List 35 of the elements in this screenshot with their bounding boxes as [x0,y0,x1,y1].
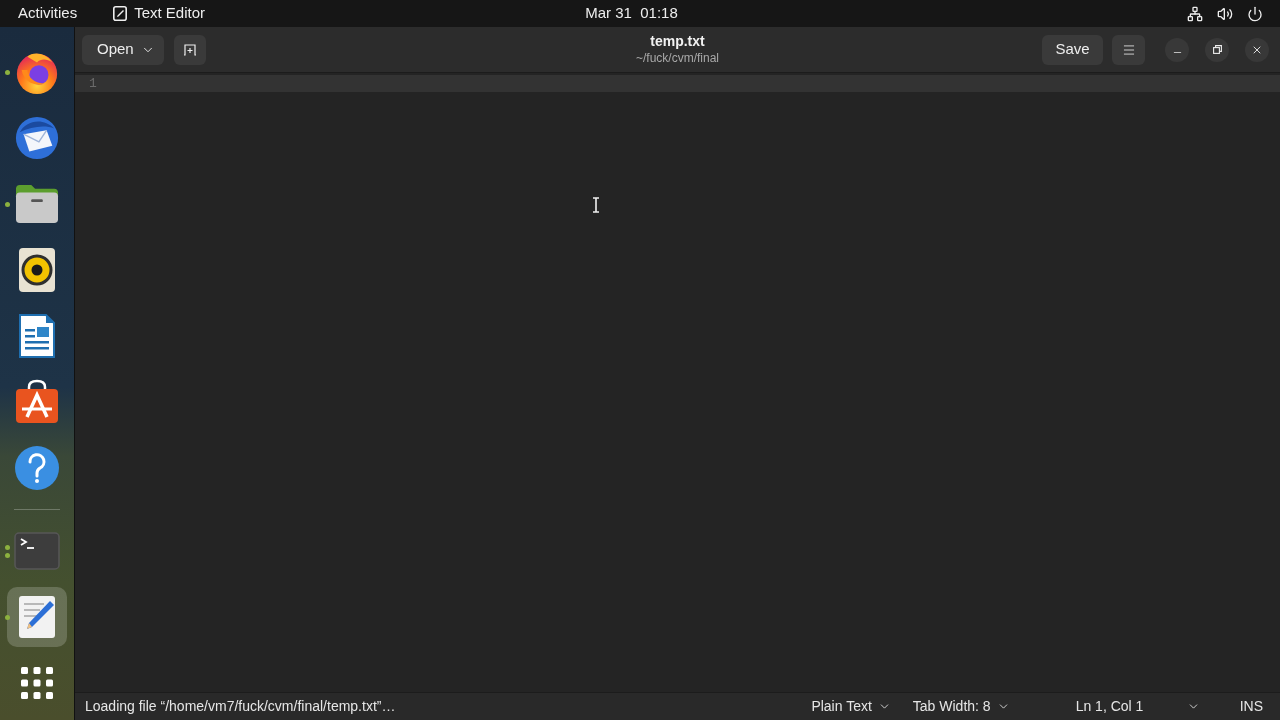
cursor-position-dropdown[interactable]: Ln 1, Col 1 [1069,696,1206,717]
shopping-bag-icon [14,379,60,425]
folder-icon [14,183,60,225]
window-subtitle: ~/fuck/cvm/final [636,50,719,66]
restore-button[interactable] [1205,37,1229,62]
status-dropdown[interactable]: Plain Text [805,696,897,717]
save-button[interactable]: Save [1042,34,1103,65]
new-tab-icon [183,43,197,56]
clock[interactable]: Mar 31 01:18 [585,2,678,25]
menu-button[interactable] [1112,34,1145,65]
pencil-square-icon [113,6,128,21]
restore-icon [1212,45,1222,54]
app-grid-icon [21,667,53,699]
volume-icon[interactable] [1217,5,1233,22]
new-tab-button[interactable] [174,34,206,65]
status-dropdown[interactable]: Tab Width: 8 [906,696,1016,717]
power-icon[interactable] [1247,5,1263,22]
mail-icon [14,115,60,161]
text-cursor-icon [592,197,600,213]
network-icon[interactable] [1187,5,1203,22]
pencil-document-icon [18,595,56,639]
window-title: temp.txt [650,33,705,51]
show-apps-button[interactable] [20,666,54,700]
open-button[interactable]: Open [82,34,164,65]
terminal-icon [14,532,60,570]
app-menu-button[interactable]: Text Editor [113,2,206,25]
document-icon [18,313,56,359]
insert-mode-button[interactable]: INS [1233,696,1269,717]
help-icon [14,445,60,491]
status-message: Loading file “/home/vm7/fuck/cvm/final/temp.txt”… [85,697,397,716]
speaker-icon [18,247,56,293]
activities-button[interactable]: Activities [18,2,78,25]
close-button[interactable] [1245,37,1269,62]
menu-icon [1121,42,1136,57]
dock-item[interactable] [7,587,67,647]
